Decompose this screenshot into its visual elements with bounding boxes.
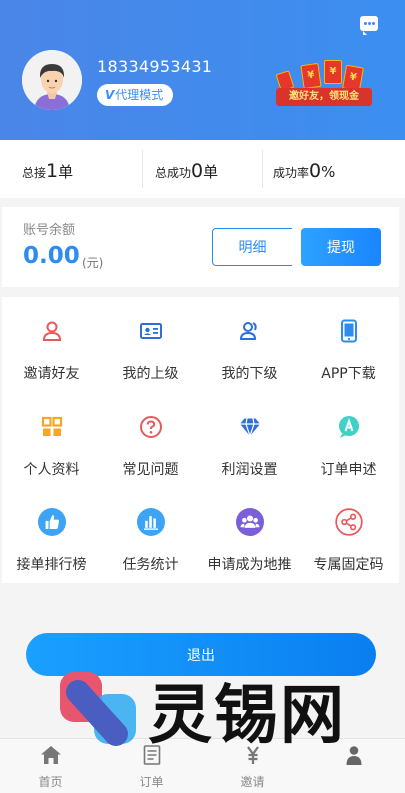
promo-text: 邀好友，领现金 bbox=[276, 88, 372, 106]
balance-unit: (元) bbox=[82, 256, 104, 270]
menu-label: 专属固定码 bbox=[313, 557, 384, 573]
menu-become-promoter[interactable]: 申请成为地推 bbox=[200, 488, 299, 582]
message-icon[interactable] bbox=[360, 16, 378, 35]
menu-label: 我的下级 bbox=[221, 366, 278, 382]
menu-exclusive-code[interactable]: 专属固定码 bbox=[299, 488, 398, 582]
menu-label: 任务统计 bbox=[122, 557, 179, 573]
stat-unit: 单 bbox=[58, 163, 74, 181]
diamond-icon bbox=[240, 418, 260, 438]
menu-task-stats[interactable]: 任务统计 bbox=[101, 488, 200, 582]
menu-my-subordinates[interactable]: 我的下级 bbox=[200, 297, 299, 391]
group-icon bbox=[236, 508, 264, 536]
stat-value: 1 bbox=[46, 160, 59, 182]
invite-promo-banner[interactable]: ¥ ¥ ¥ 邀好友，领现金 bbox=[272, 60, 374, 110]
users-icon bbox=[239, 322, 257, 340]
watermark-logo-icon bbox=[60, 672, 136, 746]
menu-app-download[interactable]: APP下载 bbox=[299, 297, 398, 391]
stat-label: 成功率 bbox=[273, 166, 310, 180]
v-icon: V bbox=[105, 88, 115, 102]
stat-unit: % bbox=[321, 163, 336, 181]
tab-label: 首页 bbox=[38, 775, 63, 789]
menu-faq[interactable]: 常见问题 bbox=[101, 393, 200, 487]
menu-order-appeal[interactable]: 订单申述 bbox=[299, 393, 398, 487]
menu-label: 邀请好友 bbox=[23, 366, 80, 382]
agent-mode-label: 代理模式 bbox=[115, 88, 164, 102]
avatar[interactable] bbox=[22, 50, 82, 110]
withdraw-button[interactable]: 提现 bbox=[301, 228, 381, 266]
menu-profile[interactable]: 个人资料 bbox=[2, 393, 101, 487]
stat-total-orders: 总接1单 bbox=[22, 140, 73, 198]
red-envelope-icon: ¥ bbox=[300, 62, 322, 90]
phone-number: 18334953431 bbox=[97, 57, 213, 76]
balance-label: 账号余额 bbox=[23, 223, 76, 238]
stat-unit: 单 bbox=[203, 163, 219, 181]
user-icon bbox=[42, 321, 62, 341]
menu-label: 申请成为地推 bbox=[207, 557, 292, 573]
stat-total-success: 总成功0单 bbox=[155, 140, 218, 198]
share-icon bbox=[335, 508, 363, 536]
menu-label: 我的上级 bbox=[122, 366, 179, 382]
account-balance-card: 账号余额 0.00 (元) 明细 提现 bbox=[2, 207, 399, 287]
tab-label: 邀请 bbox=[240, 775, 265, 789]
agent-mode-badge[interactable]: V代理模式 bbox=[97, 84, 174, 106]
red-envelope-icon: ¥ bbox=[324, 60, 342, 84]
stat-label: 总成功 bbox=[155, 166, 192, 180]
menu-label: 利润设置 bbox=[221, 462, 278, 478]
stat-success-rate: 成功率0% bbox=[273, 140, 335, 198]
menu-label: 常见问题 bbox=[122, 462, 179, 478]
divider bbox=[142, 150, 143, 188]
menu-label: 个人资料 bbox=[23, 462, 80, 478]
menu-label: APP下载 bbox=[321, 366, 376, 382]
divider bbox=[262, 150, 263, 188]
menu-label: 订单申述 bbox=[320, 462, 377, 478]
thumbs-up-icon bbox=[38, 508, 66, 536]
menu-ranking[interactable]: 接单排行榜 bbox=[2, 488, 101, 582]
grid-icon bbox=[41, 416, 63, 436]
watermark: 灵锡网 bbox=[56, 666, 386, 756]
stat-value: 0 bbox=[309, 160, 322, 182]
stat-label: 总接 bbox=[22, 166, 47, 180]
balance-amount: 0.00 bbox=[23, 243, 80, 269]
tab-label: 订单 bbox=[139, 775, 164, 789]
id-card-icon bbox=[140, 323, 162, 339]
menu-label: 接单排行榜 bbox=[16, 557, 87, 573]
feature-menu-grid: 邀请好友 我的上级 我的下级 APP下载 个人资料 常见问题 利润设置 订单申述… bbox=[2, 297, 399, 583]
menu-profit-settings[interactable]: 利润设置 bbox=[200, 393, 299, 487]
phone-icon bbox=[341, 319, 357, 343]
menu-my-superior[interactable]: 我的上级 bbox=[101, 297, 200, 391]
detail-button[interactable]: 明细 bbox=[212, 228, 292, 266]
question-icon bbox=[140, 416, 162, 438]
appeal-icon bbox=[339, 416, 359, 438]
profile-header: 18334953431 V代理模式 ¥ ¥ ¥ 邀好友，领现金 bbox=[0, 0, 405, 140]
watermark-text: 灵锡网 bbox=[148, 679, 346, 753]
stat-value: 0 bbox=[191, 160, 204, 182]
bar-chart-icon bbox=[137, 508, 165, 536]
order-stats: 总接1单 总成功0单 成功率0% bbox=[0, 140, 405, 198]
menu-invite-friends[interactable]: 邀请好友 bbox=[2, 297, 101, 391]
